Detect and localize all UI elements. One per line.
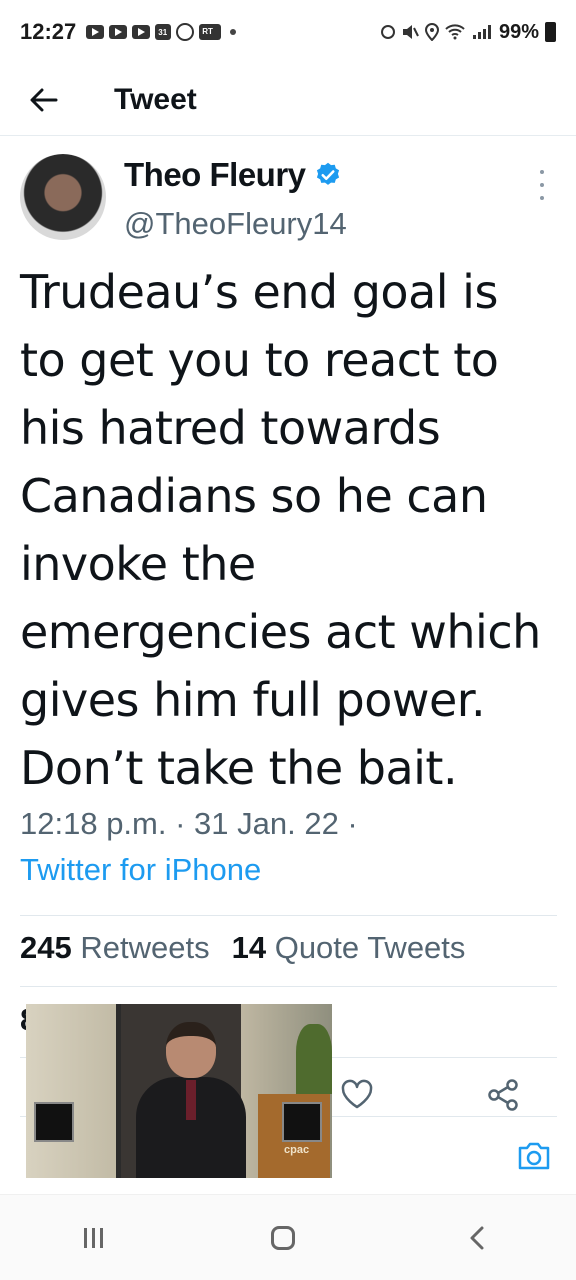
battery-percent: 99% [498, 20, 539, 43]
calendar-notification-icon: 31 [155, 24, 172, 40]
more-vertical-icon [540, 170, 544, 174]
tweet-text: Trudeau’s end goal is to get you to reac… [20, 258, 560, 802]
status-bar: 12:27 31 RT 99% [0, 0, 576, 64]
youtube-notification-icon [86, 25, 105, 39]
battery-icon [545, 22, 556, 42]
share-icon [488, 1079, 518, 1111]
notification-icons: 31 RT [86, 23, 237, 41]
tweet-text-line: to get you to react to [20, 333, 499, 387]
system-nav-bar [0, 1194, 576, 1280]
news-notification-icon [176, 23, 195, 41]
tweet-source-link[interactable]: Twitter for iPhone [20, 852, 261, 888]
divider [20, 915, 557, 916]
video-speaker [136, 1022, 246, 1178]
verified-badge-icon [316, 162, 339, 185]
page-title: Tweet [114, 82, 197, 116]
author-name-row: Theo Fleury [124, 156, 342, 194]
status-time: 12:27 [20, 19, 77, 44]
share-button[interactable] [486, 1078, 526, 1118]
signal-icon [471, 25, 493, 39]
tweet-timestamp[interactable]: 12:18 p.m. · 31 Jan. 22 · [20, 806, 358, 842]
tweet-text-line: his hatred towards [20, 401, 441, 455]
location-icon [424, 23, 439, 41]
video-overlay[interactable]: cpac [26, 1004, 332, 1178]
quote-tweets-stat[interactable]: 14 Quote Tweets [232, 930, 466, 966]
youtube-notification-icon [132, 25, 151, 39]
author-name[interactable]: Theo Fleury [124, 156, 306, 194]
wifi-icon [445, 24, 465, 40]
more-options-button[interactable] [532, 170, 552, 200]
app-header: Tweet [0, 64, 576, 136]
tweet-stats: 245 Retweets 14 Quote Tweets [20, 930, 465, 966]
camera-icon [518, 1142, 550, 1170]
home-button[interactable] [271, 1225, 296, 1250]
heart-icon [341, 1079, 373, 1109]
video-watermark: cpac [284, 1144, 310, 1156]
nav-back-button[interactable] [464, 1224, 492, 1252]
retweets-stat[interactable]: 245 Retweets [20, 930, 210, 966]
video-background [26, 1004, 116, 1178]
tweet-text-line: emergencies act which [20, 605, 541, 659]
tweet-author: Theo Fleury @TheoFleury14 [20, 152, 560, 244]
rt-notification-icon: RT [199, 24, 222, 40]
arrow-left-icon [30, 88, 58, 111]
sign-language-interpreter-left [34, 1102, 74, 1142]
retweets-count: 245 [20, 930, 72, 965]
more-notifications-dot-icon [230, 29, 237, 35]
tweet-text-line: Trudeau’s end goal is [20, 265, 498, 319]
like-button[interactable] [340, 1078, 380, 1118]
mute-icon [402, 25, 419, 39]
camera-button[interactable] [516, 1140, 556, 1180]
divider [20, 986, 557, 987]
system-status: 99% [380, 20, 556, 44]
quotes-label: Quote Tweets [274, 930, 466, 965]
quotes-count: 14 [231, 930, 267, 965]
tweet-text-line: invoke the [20, 537, 256, 591]
author-handle[interactable]: @TheoFleury14 [124, 206, 347, 242]
retweets-label: Retweets [80, 930, 210, 965]
avatar[interactable] [20, 154, 106, 240]
youtube-notification-icon [109, 25, 128, 39]
alarm-icon [380, 25, 395, 39]
tweet-text-line: Canadians so he can [20, 469, 488, 523]
tweet-text-line: Don’t take the bait. [20, 741, 458, 795]
sign-language-interpreter-right [282, 1102, 322, 1142]
back-button[interactable] [14, 70, 74, 130]
tweet-text-line: gives him full power. [20, 673, 486, 727]
recent-apps-button[interactable] [84, 1227, 104, 1248]
